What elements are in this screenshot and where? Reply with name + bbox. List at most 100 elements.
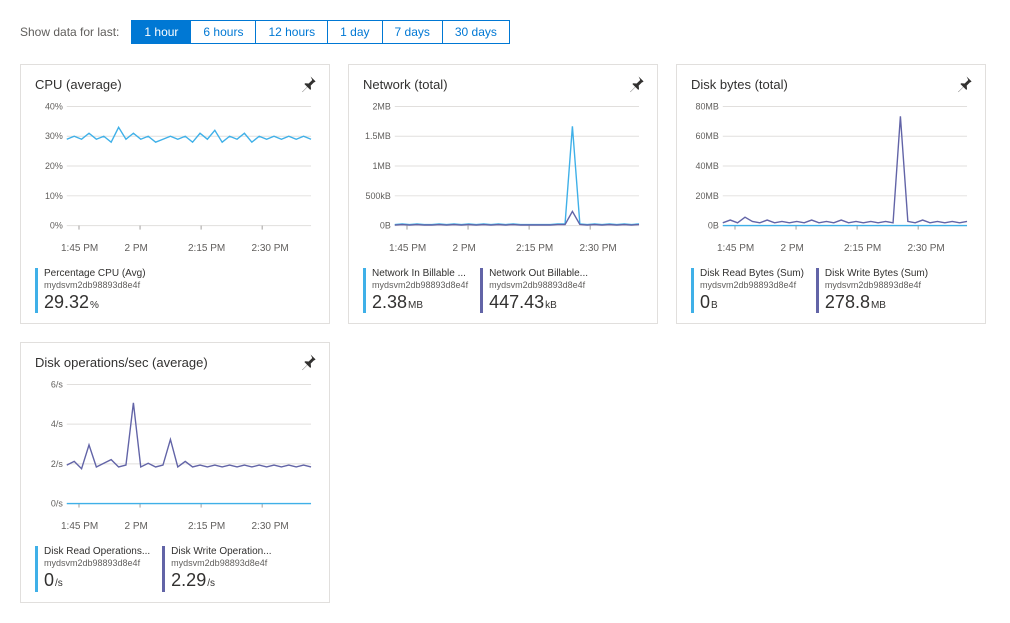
metric-tile-disk-bytes-total-: Disk bytes (total) 80MB 60MB 40MB 20MB 0B 1:… <box>676 64 986 324</box>
metric-item: Disk Read Operations... mydsvm2db98893d8… <box>35 546 150 591</box>
x-tick: 2:15 PM <box>188 521 252 532</box>
metrics-row: Disk Read Operations... mydsvm2db98893d8… <box>35 540 315 591</box>
metric-resource: mydsvm2db98893d8e4f <box>825 280 928 291</box>
metric-unit: kB <box>545 300 557 311</box>
metric-unit: B <box>711 300 718 311</box>
pin-icon[interactable] <box>299 75 317 93</box>
metric-tile-network-total-: Network (total) 2MB 1.5MB 1MB 500kB 0B 1:45 … <box>348 64 658 324</box>
svg-text:2/s: 2/s <box>51 459 63 469</box>
svg-text:10%: 10% <box>45 191 63 201</box>
x-tick: 2:30 PM <box>252 243 316 254</box>
x-tick: 1:45 PM <box>717 243 781 254</box>
metric-value: 447.43kB <box>489 292 588 314</box>
tile-title: Disk bytes (total) <box>691 77 971 92</box>
x-tick: 1:45 PM <box>61 243 125 254</box>
time-range-tabs: 1 hour6 hours12 hours1 day7 days30 days <box>131 20 510 44</box>
metrics-row: Percentage CPU (Avg) mydsvm2db98893d8e4f… <box>35 262 315 313</box>
metric-item: Disk Read Bytes (Sum) mydsvm2db98893d8e4… <box>691 268 804 313</box>
metric-value: 0/s <box>44 570 150 592</box>
x-axis: 1:45 PM2 PM2:15 PM2:30 PM <box>35 243 315 254</box>
x-tick: 2 PM <box>453 243 517 254</box>
metric-color-bar <box>35 546 38 591</box>
metric-info: Disk Write Operation... mydsvm2db98893d8… <box>171 546 271 591</box>
chart-svg: 2MB 1.5MB 1MB 500kB 0B <box>363 100 643 240</box>
svg-text:0%: 0% <box>50 221 63 231</box>
metric-color-bar <box>691 268 694 313</box>
x-tick: 2 PM <box>781 243 845 254</box>
svg-text:30%: 30% <box>45 131 63 141</box>
tile-title: Network (total) <box>363 77 643 92</box>
metric-color-bar <box>816 268 819 313</box>
x-tick: 1:45 PM <box>389 243 453 254</box>
metric-color-bar <box>480 268 483 313</box>
time-tab-1-hour[interactable]: 1 hour <box>132 21 191 43</box>
metric-info: Disk Read Bytes (Sum) mydsvm2db98893d8e4… <box>700 268 804 313</box>
metric-resource: mydsvm2db98893d8e4f <box>44 558 150 569</box>
svg-text:1MB: 1MB <box>372 161 390 171</box>
metric-color-bar <box>162 546 165 591</box>
svg-text:2MB: 2MB <box>372 101 390 111</box>
metric-value: 29.32% <box>44 292 146 314</box>
metric-name: Network Out Billable... <box>489 268 588 280</box>
metric-tile-disk-operations-sec-average-: Disk operations/sec (average) 6/s 4/s 2/s 0… <box>20 342 330 602</box>
x-axis: 1:45 PM2 PM2:15 PM2:30 PM <box>691 243 971 254</box>
metric-item: Disk Write Bytes (Sum) mydsvm2db98893d8e… <box>816 268 928 313</box>
metric-info: Percentage CPU (Avg) mydsvm2db98893d8e4f… <box>44 268 146 313</box>
svg-text:0B: 0B <box>380 221 391 231</box>
time-tab-12-hours[interactable]: 12 hours <box>256 21 328 43</box>
metric-tile-cpu-average-: CPU (average) 40%30%20%10%0% 1:45 PM2 PM… <box>20 64 330 324</box>
chart-svg: 80MB60MB40MB20MB0B <box>691 100 971 240</box>
metric-item: Network Out Billable... mydsvm2db98893d8… <box>480 268 588 313</box>
metric-value: 2.29/s <box>171 570 271 592</box>
time-tab-1-day[interactable]: 1 day <box>328 21 382 43</box>
svg-text:6/s: 6/s <box>51 380 63 390</box>
svg-text:500kB: 500kB <box>365 191 390 201</box>
metric-resource: mydsvm2db98893d8e4f <box>489 280 588 291</box>
metric-unit: MB <box>408 300 423 311</box>
metric-unit: /s <box>207 578 215 589</box>
metric-value: 2.38MB <box>372 292 468 314</box>
x-tick: 1:45 PM <box>61 521 125 532</box>
x-tick: 2:30 PM <box>252 521 316 532</box>
svg-text:20%: 20% <box>45 161 63 171</box>
x-axis: 1:45 PM2 PM2:15 PM2:30 PM <box>363 243 643 254</box>
metrics-row: Disk Read Bytes (Sum) mydsvm2db98893d8e4… <box>691 262 971 313</box>
metric-color-bar <box>35 268 38 313</box>
metric-unit: /s <box>55 578 63 589</box>
chart-svg: 6/s 4/s 2/s 0/s <box>35 378 315 518</box>
metric-resource: mydsvm2db98893d8e4f <box>171 558 271 569</box>
svg-text:4/s: 4/s <box>51 420 63 430</box>
metric-name: Disk Read Operations... <box>44 546 150 558</box>
svg-text:40MB: 40MB <box>695 161 718 171</box>
svg-text:0/s: 0/s <box>51 499 63 509</box>
time-tab-30-days[interactable]: 30 days <box>443 21 509 43</box>
time-tab-7-days[interactable]: 7 days <box>383 21 443 43</box>
time-tab-6-hours[interactable]: 6 hours <box>191 21 256 43</box>
metric-value: 278.8MB <box>825 292 928 314</box>
metric-unit: MB <box>871 300 886 311</box>
metric-name: Disk Read Bytes (Sum) <box>700 268 804 280</box>
metric-item: Percentage CPU (Avg) mydsvm2db98893d8e4f… <box>35 268 146 313</box>
metric-unit: % <box>90 300 99 311</box>
x-tick: 2:30 PM <box>580 243 644 254</box>
svg-text:1.5MB: 1.5MB <box>365 131 391 141</box>
pin-icon[interactable] <box>955 75 973 93</box>
time-range-toolbar: Show data for last: 1 hour6 hours12 hour… <box>20 20 990 44</box>
metric-info: Disk Write Bytes (Sum) mydsvm2db98893d8e… <box>825 268 928 313</box>
metric-item: Disk Write Operation... mydsvm2db98893d8… <box>162 546 271 591</box>
metric-item: Network In Billable ... mydsvm2db98893d8… <box>363 268 468 313</box>
metric-resource: mydsvm2db98893d8e4f <box>372 280 468 291</box>
svg-text:80MB: 80MB <box>695 101 718 111</box>
metric-value: 0B <box>700 292 804 314</box>
pin-icon[interactable] <box>627 75 645 93</box>
tile-title: Disk operations/sec (average) <box>35 355 315 370</box>
x-tick: 2:30 PM <box>908 243 972 254</box>
svg-text:20MB: 20MB <box>695 191 718 201</box>
pin-icon[interactable] <box>299 353 317 371</box>
x-axis: 1:45 PM2 PM2:15 PM2:30 PM <box>35 521 315 532</box>
metric-info: Network Out Billable... mydsvm2db98893d8… <box>489 268 588 313</box>
svg-text:60MB: 60MB <box>695 131 718 141</box>
metrics-row: Network In Billable ... mydsvm2db98893d8… <box>363 262 643 313</box>
metric-name: Percentage CPU (Avg) <box>44 268 146 280</box>
x-tick: 2 PM <box>125 243 189 254</box>
